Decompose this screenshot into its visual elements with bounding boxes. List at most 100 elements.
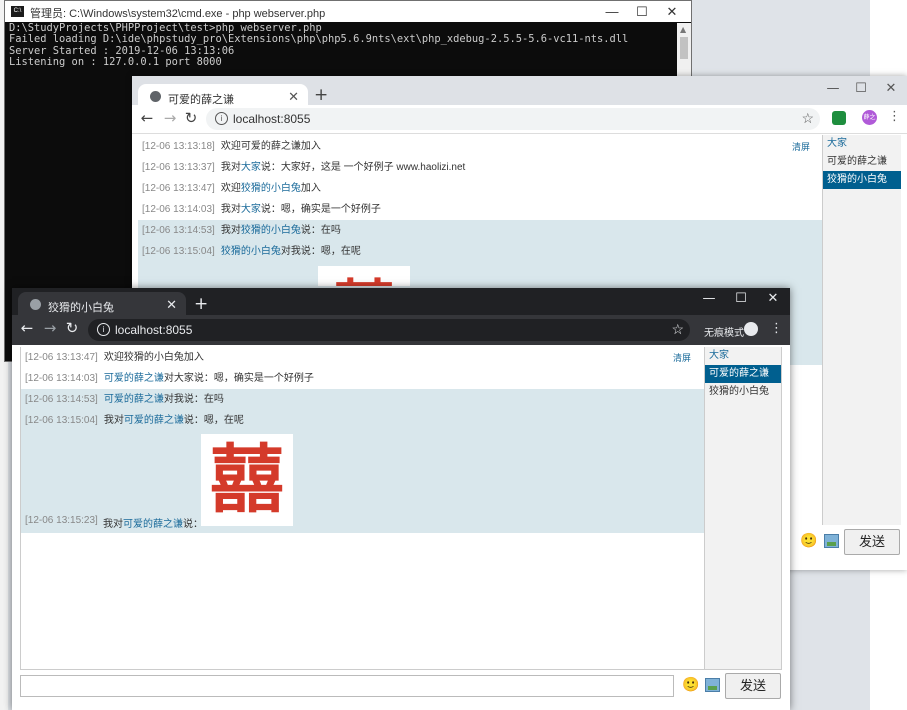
chat-message: [12-06 13:15:04] 我对可爱的薛之谦说：嗯，在呢 — [21, 410, 705, 431]
user-item-all[interactable]: 大家 — [705, 347, 781, 365]
chat-message: [12-06 13:13:47] 欢迎狡猾的小白兔加入 — [21, 347, 705, 368]
address-bar[interactable]: i localhost:8055 ☆ — [88, 319, 690, 341]
user-link[interactable]: 可爱的薛之谦 — [104, 373, 164, 384]
user-link[interactable]: 可爱的薛之谦 — [124, 415, 184, 426]
chat-message: [12-06 13:14:03] 我对大家说：嗯，确实是一个好例子 — [138, 199, 822, 220]
message-text: 对我说：在吗 — [163, 394, 224, 405]
image-icon[interactable] — [705, 678, 720, 692]
close-icon[interactable]: ✕ — [876, 80, 906, 97]
bookmark-star-icon[interactable]: ☆ — [671, 321, 684, 338]
cmd-title-text: 管理员: C:\Windows\system32\cmd.exe - php w… — [30, 8, 326, 20]
message-timestamp: [12-06 13:14:53] — [25, 394, 98, 405]
message-timestamp: [12-06 13:15:04] — [142, 246, 215, 257]
message-text: 说：嗯，在呢 — [183, 415, 244, 426]
message-prefix: 我对 — [103, 519, 123, 530]
menu-icon[interactable]: ⋮ — [888, 109, 901, 124]
tab-close-icon[interactable]: ✕ — [288, 89, 299, 105]
sticker-image: 囍 — [318, 266, 410, 286]
tab-title: 狡猾的小白兔 — [48, 302, 114, 314]
user-link[interactable]: 大家 — [241, 204, 261, 215]
emoji-icon[interactable]: 🙂 — [682, 677, 699, 693]
reload-icon[interactable]: ↻ — [63, 319, 81, 337]
back-icon[interactable]: ← — [18, 319, 36, 337]
scroll-thumb[interactable] — [680, 37, 688, 59]
url-text: localhost:8055 — [233, 112, 311, 126]
minimize-icon[interactable]: — — [818, 80, 848, 97]
user-link[interactable]: 狡猾的小白兔 — [221, 246, 281, 257]
maximize-icon[interactable]: ☐ — [846, 80, 876, 97]
message-timestamp: [12-06 13:14:53] — [142, 225, 215, 236]
user-item-all[interactable]: 大家 — [823, 135, 901, 153]
site-info-icon[interactable]: i — [97, 323, 110, 336]
user-item-xuezhiqian[interactable]: 可爱的薛之谦 — [705, 365, 781, 383]
user-link[interactable]: 可爱的薛之谦 — [104, 394, 164, 405]
tab-close-icon[interactable]: ✕ — [166, 297, 177, 313]
chat-message: [12-06 13:14:53] 我对狡猾的小白兔说：在吗 — [138, 220, 822, 241]
back-icon[interactable]: ← — [138, 109, 156, 127]
clear-screen-button[interactable]: 清屏 — [673, 351, 691, 364]
message-text: 我对 — [103, 415, 124, 426]
new-tab-icon[interactable]: + — [194, 294, 208, 314]
message-text: 欢迎 — [220, 183, 241, 194]
message-text: 我对 — [220, 162, 241, 173]
emoji-icon[interactable]: 🙂 — [800, 533, 817, 549]
message-timestamp: [12-06 13:14:03] — [25, 373, 98, 384]
chat-message: [12-06 13:13:47] 欢迎狡猾的小白兔加入 — [138, 178, 822, 199]
chat-message: [12-06 13:15:04] 狡猾的小白兔对我说：嗯，在呢 — [138, 241, 822, 262]
minimize-icon[interactable]: — — [597, 3, 627, 20]
message-text: 说：大家好，这是 一个好例子 www.haolizi.net — [260, 162, 466, 173]
message-text: 欢迎可爱的薛之谦加入 — [220, 141, 321, 152]
message-timestamp: [12-06 13:13:37] — [142, 162, 215, 173]
user-list: 大家 可爱的薛之谦 狡猾的小白兔 — [704, 347, 782, 670]
user-item-xuezhiqian[interactable]: 可爱的薛之谦 — [823, 153, 901, 171]
menu-icon[interactable]: ⋮ — [770, 321, 783, 336]
message-input[interactable] — [20, 675, 674, 697]
nav-toolbar: ← → ↻ i localhost:8055 ☆ 无痕模式 ⋮ — [12, 315, 790, 345]
forward-icon[interactable]: → — [161, 109, 179, 127]
extension-tag-icon[interactable] — [832, 111, 846, 125]
address-bar[interactable]: i localhost:8055 ☆ — [206, 108, 820, 130]
cmd-titlebar: C:\ 管理员: C:\Windows\system32\cmd.exe - p… — [5, 1, 691, 22]
message-timestamp: [12-06 13:13:47] — [142, 183, 215, 194]
close-icon[interactable]: ✕ — [657, 3, 687, 20]
chat-message: [12-06 13:13:37] 我对大家说：大家好，这是 一个好例子 www.h… — [138, 157, 822, 178]
clear-screen-button[interactable]: 清屏 — [792, 140, 810, 153]
maximize-icon[interactable]: ☐ — [726, 290, 756, 307]
profile-avatar[interactable]: 薛之 — [862, 110, 877, 125]
message-text: 对我说：嗯，在呢 — [280, 246, 361, 257]
cmd-app-icon: C:\ — [11, 6, 24, 17]
user-item-xiaobaitu[interactable]: 狡猾的小白兔 — [823, 171, 901, 189]
user-link[interactable]: 大家 — [241, 162, 261, 173]
chat-message: [12-06 13:14:03] 可爱的薛之谦对大家说：嗯，确实是一个好例子 — [21, 368, 705, 389]
user-item-xiaobaitu[interactable]: 狡猾的小白兔 — [705, 383, 781, 401]
nav-toolbar: ← → ↻ i localhost:8055 ☆ 薛之 ⋮ — [132, 105, 907, 134]
message-timestamp: [12-06 13:13:18] — [142, 141, 215, 152]
send-button[interactable]: 发送 — [725, 673, 781, 699]
browser-window-xiaobaitu: 狡猾的小白兔 ✕ + — ☐ ✕ ← → ↻ i localhost:8055 … — [12, 288, 790, 710]
user-link[interactable]: 狡猾的小白兔 — [241, 225, 301, 236]
close-icon[interactable]: ✕ — [758, 290, 788, 307]
bookmark-star-icon[interactable]: ☆ — [801, 110, 814, 127]
forward-icon[interactable]: → — [41, 319, 59, 337]
incognito-icon[interactable] — [744, 322, 758, 336]
message-text: 对大家说：嗯，确实是一个好例子 — [163, 373, 314, 384]
new-tab-icon[interactable]: + — [314, 85, 328, 105]
chat-message: [12-06 13:13:18] 欢迎可爱的薛之谦加入 — [138, 136, 822, 157]
user-link[interactable]: 可爱的薛之谦 — [123, 519, 183, 530]
minimize-icon[interactable]: — — [694, 290, 724, 307]
image-icon[interactable] — [824, 534, 839, 548]
send-button[interactable]: 发送 — [844, 529, 900, 555]
maximize-icon[interactable]: ☐ — [627, 3, 657, 20]
message-timestamp: [12-06 13:14:03] — [142, 204, 215, 215]
site-info-icon[interactable]: i — [215, 112, 228, 125]
user-link[interactable]: 狡猾的小白兔 — [241, 183, 301, 194]
scroll-up-icon[interactable]: ▲ — [680, 25, 686, 34]
message-text: 说：在吗 — [300, 225, 341, 236]
chat-message: [12-06 13:14:53] 可爱的薛之谦对我说：在吗 — [21, 389, 705, 410]
message-suffix: 说： — [183, 519, 203, 530]
chat-log: [12-06 13:13:47] 欢迎狡猾的小白兔加入 [12-06 13:14:… — [20, 347, 705, 670]
message-text: 欢迎狡猾的小白兔加入 — [103, 352, 204, 363]
url-text: localhost:8055 — [115, 323, 193, 337]
reload-icon[interactable]: ↻ — [182, 109, 200, 127]
sticker-image: 囍 — [201, 434, 293, 526]
